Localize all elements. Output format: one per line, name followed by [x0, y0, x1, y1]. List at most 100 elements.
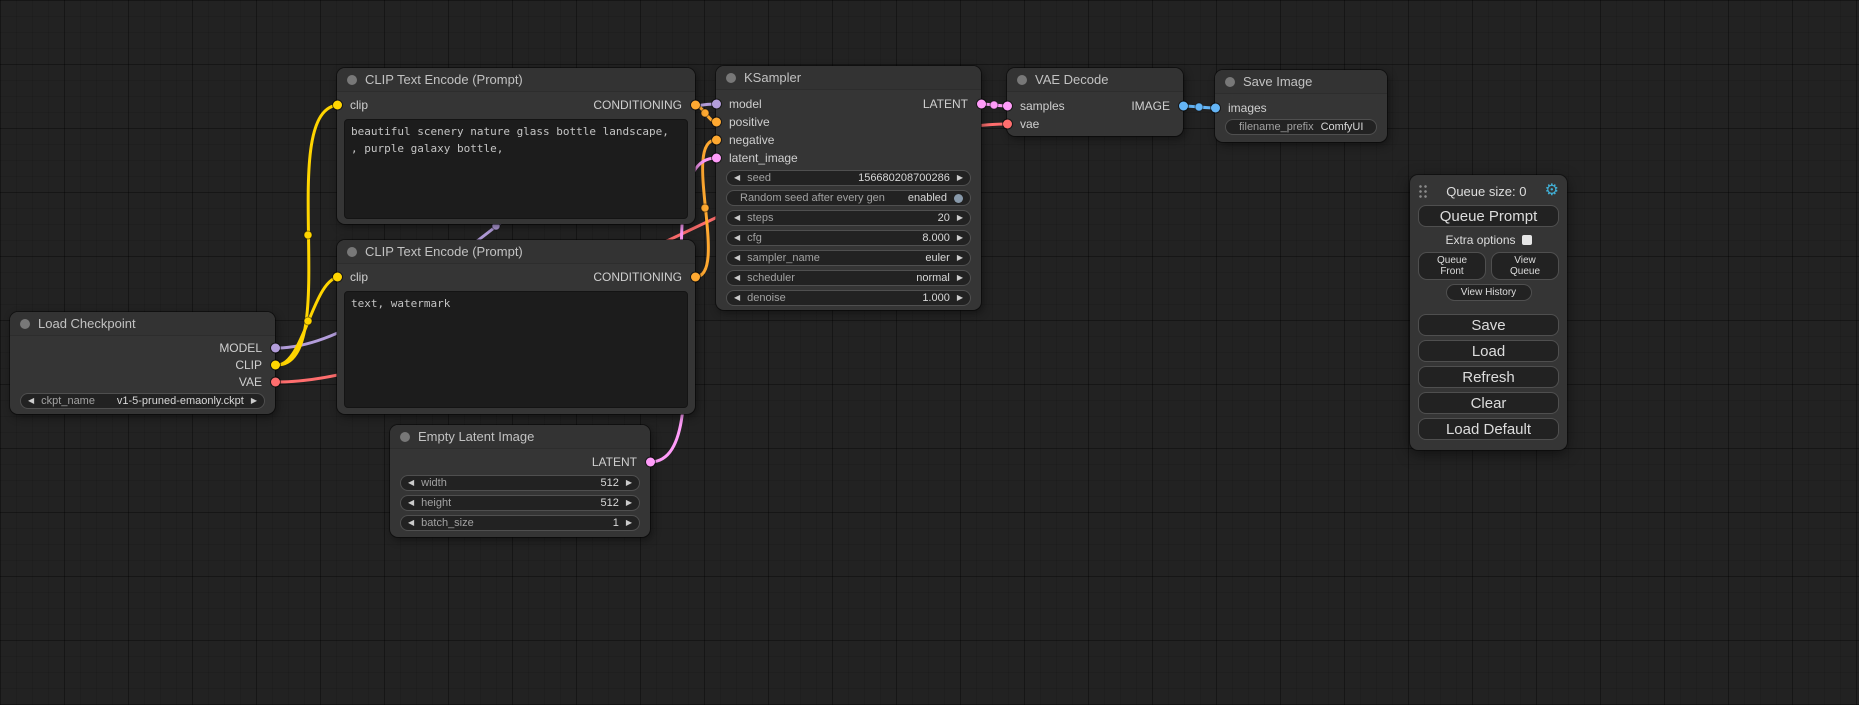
node-header[interactable]: VAE Decode [1007, 68, 1183, 92]
node-header[interactable]: CLIP Text Encode (Prompt) [337, 240, 695, 264]
clear-button[interactable]: Clear [1418, 392, 1559, 414]
input-label-vae: vae [1020, 117, 1039, 131]
widget-height[interactable]: ◀ height 512 ▶ [400, 495, 640, 511]
negative-prompt-textarea[interactable]: text, watermark [344, 291, 688, 408]
increment-arrow-icon[interactable]: ▶ [957, 294, 963, 302]
widget-sampler-name[interactable]: ◀ sampler_name euler ▶ [726, 250, 971, 266]
collapse-toggle-dot[interactable] [20, 319, 30, 329]
output-dot-conditioning[interactable] [691, 273, 700, 282]
widget-steps[interactable]: ◀ steps 20 ▶ [726, 210, 971, 226]
input-dot-positive[interactable] [712, 118, 721, 127]
node-empty-latent-image[interactable]: Empty Latent Image LATENT ◀ width 512 ▶ … [390, 425, 650, 537]
collapse-toggle-dot[interactable] [1225, 77, 1235, 87]
node-vae-decode[interactable]: VAE Decode samples IMAGE vae [1007, 68, 1183, 136]
node-header[interactable]: KSampler [716, 66, 981, 90]
save-button[interactable]: Save [1418, 314, 1559, 336]
output-dot-vae[interactable] [271, 377, 280, 386]
input-dot-negative[interactable] [712, 136, 721, 145]
widget-value: ComfyUI [1321, 121, 1364, 133]
increment-arrow-icon[interactable]: ▶ [626, 519, 632, 527]
queue-actions-row: Queue Front View Queue [1418, 252, 1559, 280]
next-value-arrow-icon[interactable]: ▶ [957, 254, 963, 262]
widget-scheduler[interactable]: ◀ scheduler normal ▶ [726, 270, 971, 286]
collapse-toggle-dot[interactable] [400, 432, 410, 442]
input-label-model: model [729, 97, 762, 111]
input-dot-clip[interactable] [333, 273, 342, 282]
node-title: VAE Decode [1035, 72, 1108, 87]
increment-arrow-icon[interactable]: ▶ [957, 174, 963, 182]
decrement-arrow-icon[interactable]: ◀ [734, 174, 740, 182]
increment-arrow-icon[interactable]: ▶ [626, 479, 632, 487]
positive-prompt-textarea[interactable]: beautiful scenery nature glass bottle la… [344, 119, 688, 219]
collapse-toggle-dot[interactable] [347, 75, 357, 85]
widget-seed[interactable]: ◀ seed 156680208700286 ▶ [726, 170, 971, 186]
output-dot-conditioning[interactable] [691, 101, 700, 110]
output-dot-clip[interactable] [271, 360, 280, 369]
view-history-button[interactable]: View History [1446, 284, 1532, 301]
widget-label: batch_size [421, 517, 474, 529]
node-header[interactable]: CLIP Text Encode (Prompt) [337, 68, 695, 92]
widget-ckpt-name[interactable]: ◀ ckpt_name v1-5-pruned-emaonly.ckpt ▶ [20, 393, 265, 409]
decrement-arrow-icon[interactable]: ◀ [408, 499, 414, 507]
widget-denoise[interactable]: ◀ denoise 1.000 ▶ [726, 290, 971, 306]
increment-arrow-icon[interactable]: ▶ [957, 214, 963, 222]
output-dot-model[interactable] [271, 343, 280, 352]
decrement-arrow-icon[interactable]: ◀ [408, 479, 414, 487]
node-load-checkpoint[interactable]: Load Checkpoint MODEL CLIP VAE ◀ ckpt_na… [10, 312, 275, 414]
widget-batch-size[interactable]: ◀ batch_size 1 ▶ [400, 515, 640, 531]
widget-random-seed-toggle[interactable]: Random seed after every gen enabled [726, 190, 971, 206]
input-dot-images[interactable] [1211, 104, 1220, 113]
next-value-arrow-icon[interactable]: ▶ [251, 397, 257, 405]
prev-value-arrow-icon[interactable]: ◀ [734, 274, 740, 282]
settings-gear-icon[interactable]: ⚙ [1545, 183, 1559, 199]
load-default-button[interactable]: Load Default [1418, 418, 1559, 440]
decrement-arrow-icon[interactable]: ◀ [734, 234, 740, 242]
increment-arrow-icon[interactable]: ▶ [626, 499, 632, 507]
input-dot-model[interactable] [712, 100, 721, 109]
node-clip-text-encode-positive[interactable]: CLIP Text Encode (Prompt) clip CONDITION… [337, 68, 695, 224]
collapse-toggle-dot[interactable] [1017, 75, 1027, 85]
wire-clip-to-positive [277, 105, 340, 365]
node-header[interactable]: Load Checkpoint [10, 312, 275, 336]
widget-label: width [421, 477, 447, 489]
view-queue-button[interactable]: View Queue [1491, 252, 1559, 280]
queue-front-button[interactable]: Queue Front [1418, 252, 1486, 280]
slot-row: samples IMAGE [1007, 97, 1183, 115]
collapse-toggle-dot[interactable] [347, 247, 357, 257]
queue-menu-panel[interactable]: Queue size: 0 ⚙ Queue Prompt Extra optio… [1410, 175, 1567, 450]
widget-cfg[interactable]: ◀ cfg 8.000 ▶ [726, 230, 971, 246]
next-value-arrow-icon[interactable]: ▶ [957, 274, 963, 282]
input-dot-latent-image[interactable] [712, 154, 721, 163]
node-save-image[interactable]: Save Image images filename_prefix ComfyU… [1215, 70, 1387, 142]
decrement-arrow-icon[interactable]: ◀ [734, 214, 740, 222]
output-dot-latent[interactable] [977, 100, 986, 109]
input-label-positive: positive [729, 115, 770, 129]
prev-value-arrow-icon[interactable]: ◀ [734, 254, 740, 262]
input-dot-vae[interactable] [1003, 120, 1012, 129]
toggle-knob[interactable] [954, 194, 963, 203]
output-dot-latent[interactable] [646, 458, 655, 467]
widget-filename-prefix[interactable]: filename_prefix ComfyUI [1225, 119, 1377, 135]
link-center-dot [304, 317, 312, 325]
input-dot-clip[interactable] [333, 101, 342, 110]
decrement-arrow-icon[interactable]: ◀ [734, 294, 740, 302]
load-button[interactable]: Load [1418, 340, 1559, 362]
node-header[interactable]: Empty Latent Image [390, 425, 650, 449]
prev-value-arrow-icon[interactable]: ◀ [28, 397, 34, 405]
queue-prompt-button[interactable]: Queue Prompt [1418, 205, 1559, 227]
refresh-button[interactable]: Refresh [1418, 366, 1559, 388]
extra-options-checkbox[interactable] [1522, 235, 1532, 245]
decrement-arrow-icon[interactable]: ◀ [408, 519, 414, 527]
widget-label: ckpt_name [41, 395, 95, 407]
output-dot-image[interactable] [1179, 102, 1188, 111]
drag-handle-icon[interactable] [1418, 184, 1428, 198]
input-dot-samples[interactable] [1003, 102, 1012, 111]
node-ksampler[interactable]: KSampler model LATENT positive negative … [716, 66, 981, 310]
node-header[interactable]: Save Image [1215, 70, 1387, 94]
collapse-toggle-dot[interactable] [726, 73, 736, 83]
increment-arrow-icon[interactable]: ▶ [957, 234, 963, 242]
graph-canvas[interactable]: Load Checkpoint MODEL CLIP VAE ◀ ckpt_na… [0, 0, 1859, 705]
widget-width[interactable]: ◀ width 512 ▶ [400, 475, 640, 491]
node-clip-text-encode-negative[interactable]: CLIP Text Encode (Prompt) clip CONDITION… [337, 240, 695, 414]
slot-row: latent_image [716, 149, 981, 167]
